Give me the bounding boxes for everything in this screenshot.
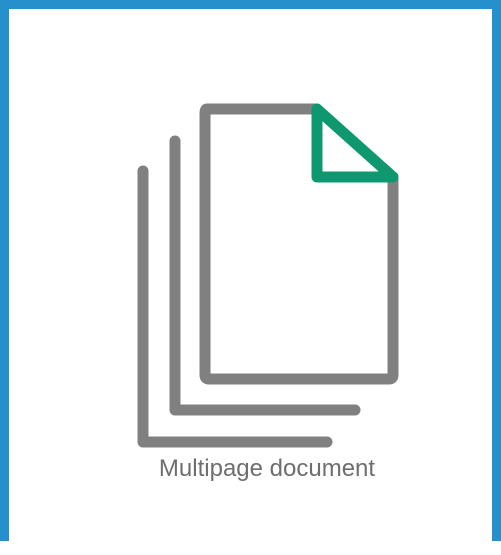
document-type-tile[interactable]: Multipage document [0,0,501,541]
tile-caption: Multipage document [158,455,376,482]
folded-corner [311,103,399,183]
